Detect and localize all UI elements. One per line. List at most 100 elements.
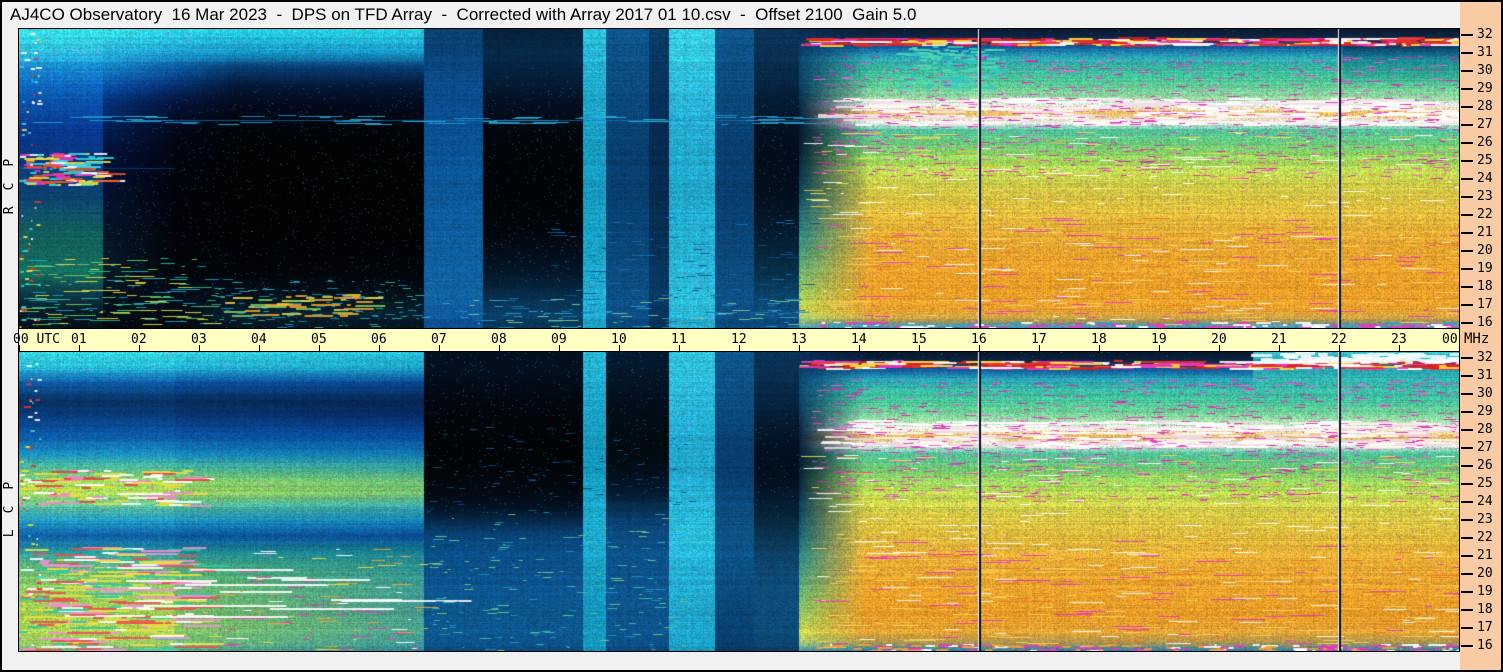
freq-tick xyxy=(1461,501,1473,503)
freq-tick xyxy=(1461,250,1473,252)
freq-tick xyxy=(1461,519,1473,521)
freq-tick-label: 16 xyxy=(1477,315,1493,330)
freq-tick-label: 32 xyxy=(1477,27,1493,42)
freq-tick-label: 31 xyxy=(1477,45,1493,60)
freq-tick xyxy=(1461,232,1473,234)
freq-tick-label: 25 xyxy=(1477,153,1493,168)
freq-tick-label: 32 xyxy=(1477,350,1493,365)
freq-tick-label: 22 xyxy=(1477,530,1493,545)
polarization-label-box-bottom: LCP xyxy=(2,352,18,651)
freq-tick-label: 28 xyxy=(1477,422,1493,437)
freq-tick xyxy=(1461,591,1473,593)
time-tick xyxy=(1099,345,1100,351)
time-tick xyxy=(859,345,860,351)
freq-tick xyxy=(1461,609,1473,611)
freq-tick-label: 18 xyxy=(1477,279,1493,294)
freq-tick-label: 29 xyxy=(1477,404,1493,419)
freq-tick xyxy=(1461,178,1473,180)
time-tick xyxy=(1339,345,1340,351)
freq-tick-label: 27 xyxy=(1477,117,1493,132)
title-bar: AJ4CO Observatory 16 Mar 2023 - DPS on T… xyxy=(2,2,1460,28)
time-tick xyxy=(619,345,620,351)
freq-tick-label: 17 xyxy=(1477,297,1493,312)
time-tick xyxy=(1459,345,1460,351)
time-tick-label: 00 UTC xyxy=(13,332,60,347)
freq-tick xyxy=(1461,627,1473,629)
freq-tick-label: 24 xyxy=(1477,494,1493,509)
freq-tick xyxy=(1461,106,1473,108)
time-tick xyxy=(799,345,800,351)
freq-tick xyxy=(1461,375,1473,377)
time-tick xyxy=(259,345,260,351)
time-tick xyxy=(919,345,920,351)
freq-tick-label: 31 xyxy=(1477,368,1493,383)
time-tick xyxy=(739,345,740,351)
freq-tick-label: 24 xyxy=(1477,171,1493,186)
freq-tick xyxy=(1461,88,1473,90)
freq-tick xyxy=(1461,160,1473,162)
freq-tick xyxy=(1461,34,1473,36)
freq-tick xyxy=(1461,483,1473,485)
freq-tick xyxy=(1461,411,1473,413)
freq-tick-label: 19 xyxy=(1477,261,1493,276)
time-tick xyxy=(679,345,680,351)
spectrogram-rcp xyxy=(19,29,1459,328)
freq-tick xyxy=(1461,124,1473,126)
time-tick xyxy=(319,345,320,351)
freq-tick xyxy=(1461,393,1473,395)
freq-tick-label: 26 xyxy=(1477,458,1493,473)
time-tick xyxy=(1039,345,1040,351)
freq-tick-label: 23 xyxy=(1477,189,1493,204)
freq-tick xyxy=(1461,268,1473,270)
spectrogram-lcp xyxy=(19,352,1459,651)
freq-tick xyxy=(1461,357,1473,359)
time-tick xyxy=(979,345,980,351)
freq-tick xyxy=(1461,286,1473,288)
freq-tick xyxy=(1461,322,1473,324)
freq-tick xyxy=(1461,573,1473,575)
freq-tick-label: 23 xyxy=(1477,512,1493,527)
freq-tick xyxy=(1461,52,1473,54)
time-tick xyxy=(1159,345,1160,351)
time-tick xyxy=(499,345,500,351)
freq-tick xyxy=(1461,70,1473,72)
freq-tick-label: 20 xyxy=(1477,566,1493,581)
page-title: AJ4CO Observatory 16 Mar 2023 - DPS on T… xyxy=(10,5,917,24)
time-tick xyxy=(559,345,560,351)
freq-tick-label: 17 xyxy=(1477,620,1493,635)
freq-tick-label: 26 xyxy=(1477,135,1493,150)
freq-tick-label: 21 xyxy=(1477,225,1493,240)
freq-tick-label: 22 xyxy=(1477,207,1493,222)
time-tick xyxy=(1219,345,1220,351)
freq-tick xyxy=(1461,304,1473,306)
freq-tick xyxy=(1461,555,1473,557)
time-tick-label: 00 xyxy=(1442,332,1458,347)
time-tick xyxy=(79,345,80,351)
freq-tick xyxy=(1461,142,1473,144)
freq-tick-label: 16 xyxy=(1477,638,1493,653)
time-tick xyxy=(379,345,380,351)
time-tick xyxy=(139,345,140,351)
freq-tick-label: 18 xyxy=(1477,602,1493,617)
time-tick xyxy=(1279,345,1280,351)
time-tick xyxy=(19,345,20,351)
freq-tick-label: 30 xyxy=(1477,386,1493,401)
time-tick xyxy=(439,345,440,351)
freq-unit-label: MHz xyxy=(1464,331,1490,347)
freq-tick-label: 28 xyxy=(1477,99,1493,114)
freq-tick-label: 25 xyxy=(1477,476,1493,491)
freq-tick-label: 20 xyxy=(1477,243,1493,258)
freq-tick-label: 29 xyxy=(1477,81,1493,96)
bottom-margin xyxy=(18,652,1460,670)
spectrogram-window: AJ4CO Observatory 16 Mar 2023 - DPS on T… xyxy=(0,0,1503,672)
freq-tick xyxy=(1461,537,1473,539)
time-tick xyxy=(1399,345,1400,351)
polarization-label-box-top: RCP xyxy=(2,29,18,328)
time-tick xyxy=(199,345,200,351)
freq-tick-label: 19 xyxy=(1477,584,1493,599)
freq-tick xyxy=(1461,465,1473,467)
freq-tick xyxy=(1461,645,1473,647)
freq-tick-label: 27 xyxy=(1477,440,1493,455)
freq-tick xyxy=(1461,196,1473,198)
freq-tick xyxy=(1461,214,1473,216)
